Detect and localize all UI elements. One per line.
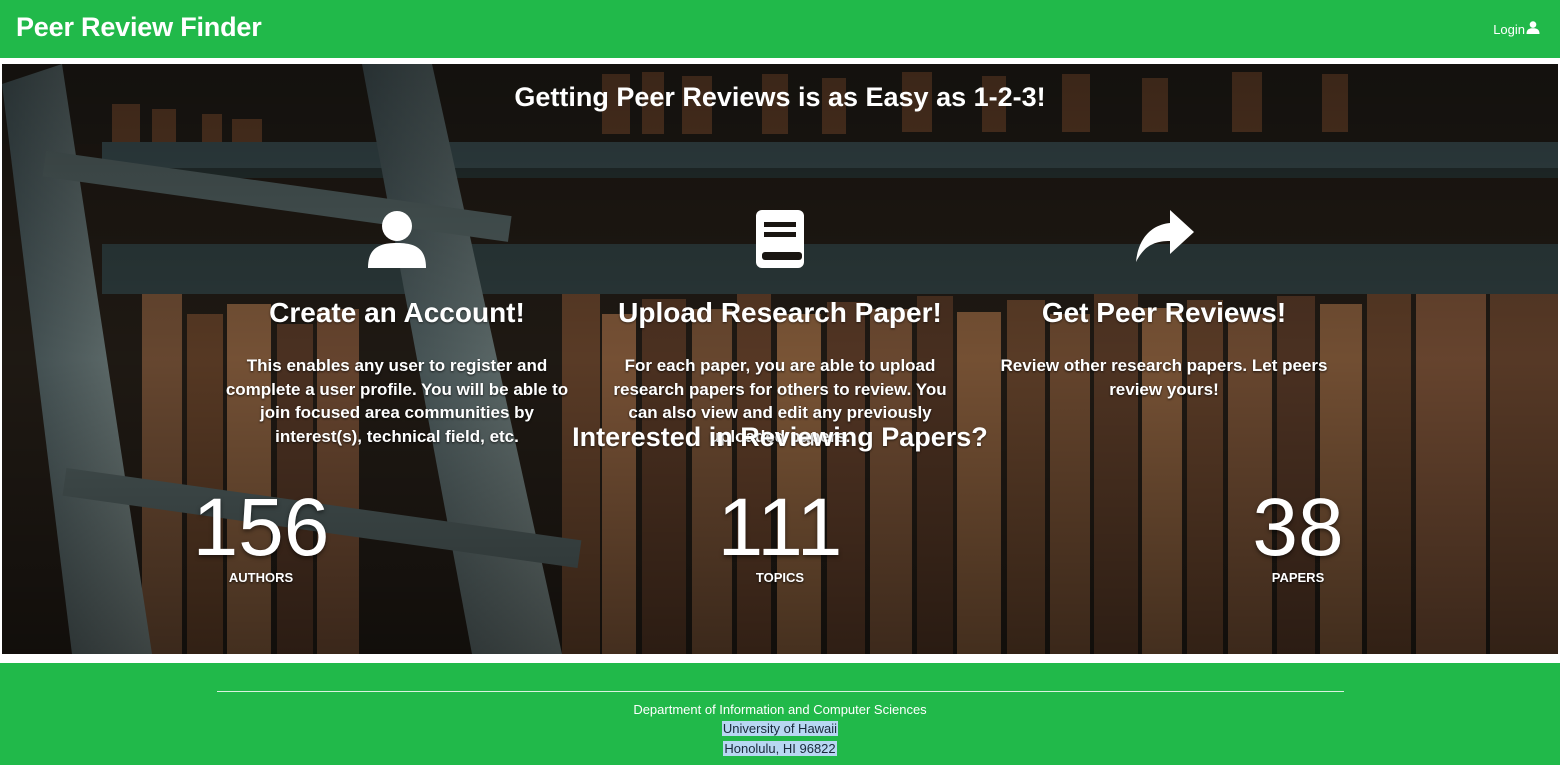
navbar: Peer Review Finder Login xyxy=(0,0,1560,58)
book-icon xyxy=(595,210,965,272)
stat-label: PAPERS xyxy=(1271,570,1325,585)
footer-department-text: Department of Information and Computer S… xyxy=(633,702,927,717)
footer-university: University of Hawaii xyxy=(0,721,1560,736)
stat-topics: 111 TOPICS xyxy=(630,480,930,585)
stat-value: 156 xyxy=(192,482,330,573)
stat-value: 111 xyxy=(717,482,843,573)
step-upload-paper: Upload Research Paper! For each paper, y… xyxy=(595,210,965,448)
step-description: Review other research papers. Let peers … xyxy=(1000,356,1328,399)
step-title: Upload Research Paper! xyxy=(618,297,942,328)
footer-divider xyxy=(217,691,1344,692)
stat-authors: 156 AUTHORS xyxy=(111,480,411,585)
stat-label: AUTHORS xyxy=(228,570,294,585)
footer-address-text: Honolulu, HI 96822 xyxy=(723,741,837,756)
interest-heading: Interested in Reviewing Papers? xyxy=(572,422,988,452)
brand-title[interactable]: Peer Review Finder xyxy=(16,12,262,43)
footer: Department of Information and Computer S… xyxy=(0,663,1560,765)
hero-title: Getting Peer Reviews is as Easy as 1-2-3… xyxy=(514,82,1046,112)
step-create-account: Create an Account! This enables any user… xyxy=(212,210,582,448)
share-arrow-icon xyxy=(979,210,1349,272)
stat-papers: 38 PAPERS xyxy=(1148,480,1448,585)
step-title: Get Peer Reviews! xyxy=(1041,297,1287,328)
stat-value: 38 xyxy=(1252,482,1344,573)
stat-label: TOPICS xyxy=(755,570,805,585)
step-get-reviews: Get Peer Reviews! Review other research … xyxy=(979,210,1349,401)
user-icon xyxy=(1526,21,1540,37)
login-label: Login xyxy=(1493,21,1525,37)
hero-section: Getting Peer Reviews is as Easy as 1-2-3… xyxy=(2,64,1558,654)
footer-university-text: University of Hawaii xyxy=(721,721,839,736)
login-button[interactable]: Login xyxy=(1493,21,1540,37)
footer-address: Honolulu, HI 96822 xyxy=(0,741,1560,756)
footer-department: Department of Information and Computer S… xyxy=(0,702,1560,717)
step-title: Create an Account! xyxy=(269,297,525,328)
user-icon xyxy=(212,210,582,272)
